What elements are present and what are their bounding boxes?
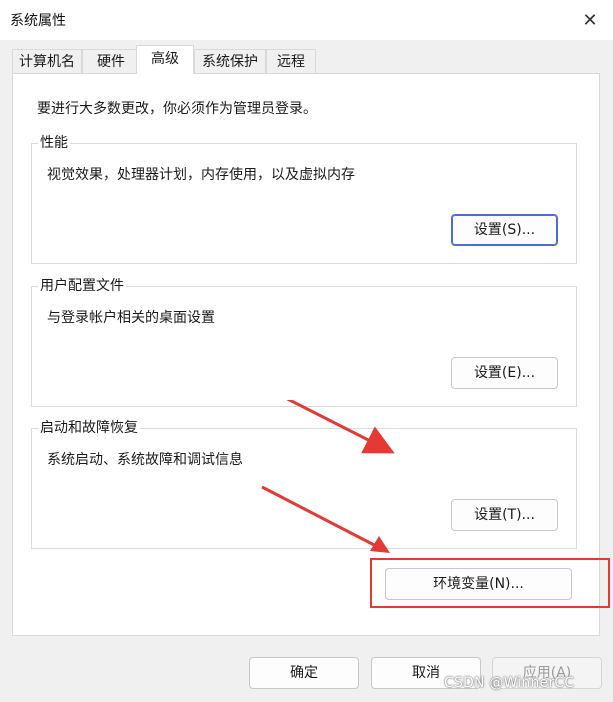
title-bar: 系统属性 ✕ <box>0 0 613 40</box>
user-profiles-settings-button[interactable]: 设置(E)... <box>451 357 558 389</box>
group-title-startup-recovery: 启动和故障恢复 <box>38 419 140 437</box>
tab-remote[interactable]: 远程 <box>266 49 316 73</box>
group-desc-startup-recovery: 系统启动、系统故障和调试信息 <box>47 452 243 468</box>
tab-advanced[interactable]: 高级 <box>136 45 194 74</box>
close-button[interactable]: ✕ <box>567 0 613 40</box>
tab-system-protection[interactable]: 系统保护 <box>194 49 266 73</box>
startup-recovery-settings-button[interactable]: 设置(T)... <box>451 499 558 531</box>
group-desc-performance: 视觉效果，处理器计划，内存使用，以及虚拟内存 <box>47 167 355 183</box>
window-title: 系统属性 <box>10 13 66 29</box>
group-title-user-profiles: 用户配置文件 <box>38 277 126 295</box>
tab-computer-name[interactable]: 计算机名 <box>12 49 82 73</box>
tab-hardware[interactable]: 硬件 <box>82 49 140 73</box>
annotation-arrow-icon <box>286 400 395 454</box>
environment-variables-button[interactable]: 环境变量(N)... <box>385 568 572 600</box>
ok-button[interactable]: 确定 <box>249 657 359 689</box>
close-icon: ✕ <box>582 9 598 31</box>
admin-notice: 要进行大多数更改，你必须作为管理员登录。 <box>37 101 317 117</box>
user-profiles-group: 用户配置文件 与登录帐户相关的桌面设置 设置(E)... <box>31 277 577 407</box>
csdn-watermark: CSDN @WinnerCC <box>444 675 575 691</box>
performance-group: 性能 视觉效果，处理器计划，内存使用，以及虚拟内存 设置(S)... <box>31 134 577 264</box>
group-title-performance: 性能 <box>38 134 70 152</box>
performance-settings-button[interactable]: 设置(S)... <box>451 214 558 246</box>
advanced-tab-panel: 要进行大多数更改，你必须作为管理员登录。 性能 视觉效果，处理器计划，内存使用，… <box>12 73 600 636</box>
group-desc-user-profiles: 与登录帐户相关的桌面设置 <box>47 310 215 326</box>
system-properties-window: 系统属性 ✕ 计算机名 硬件 高级 系统保护 远程 要进行大多数更改，你必须作为… <box>0 0 613 702</box>
